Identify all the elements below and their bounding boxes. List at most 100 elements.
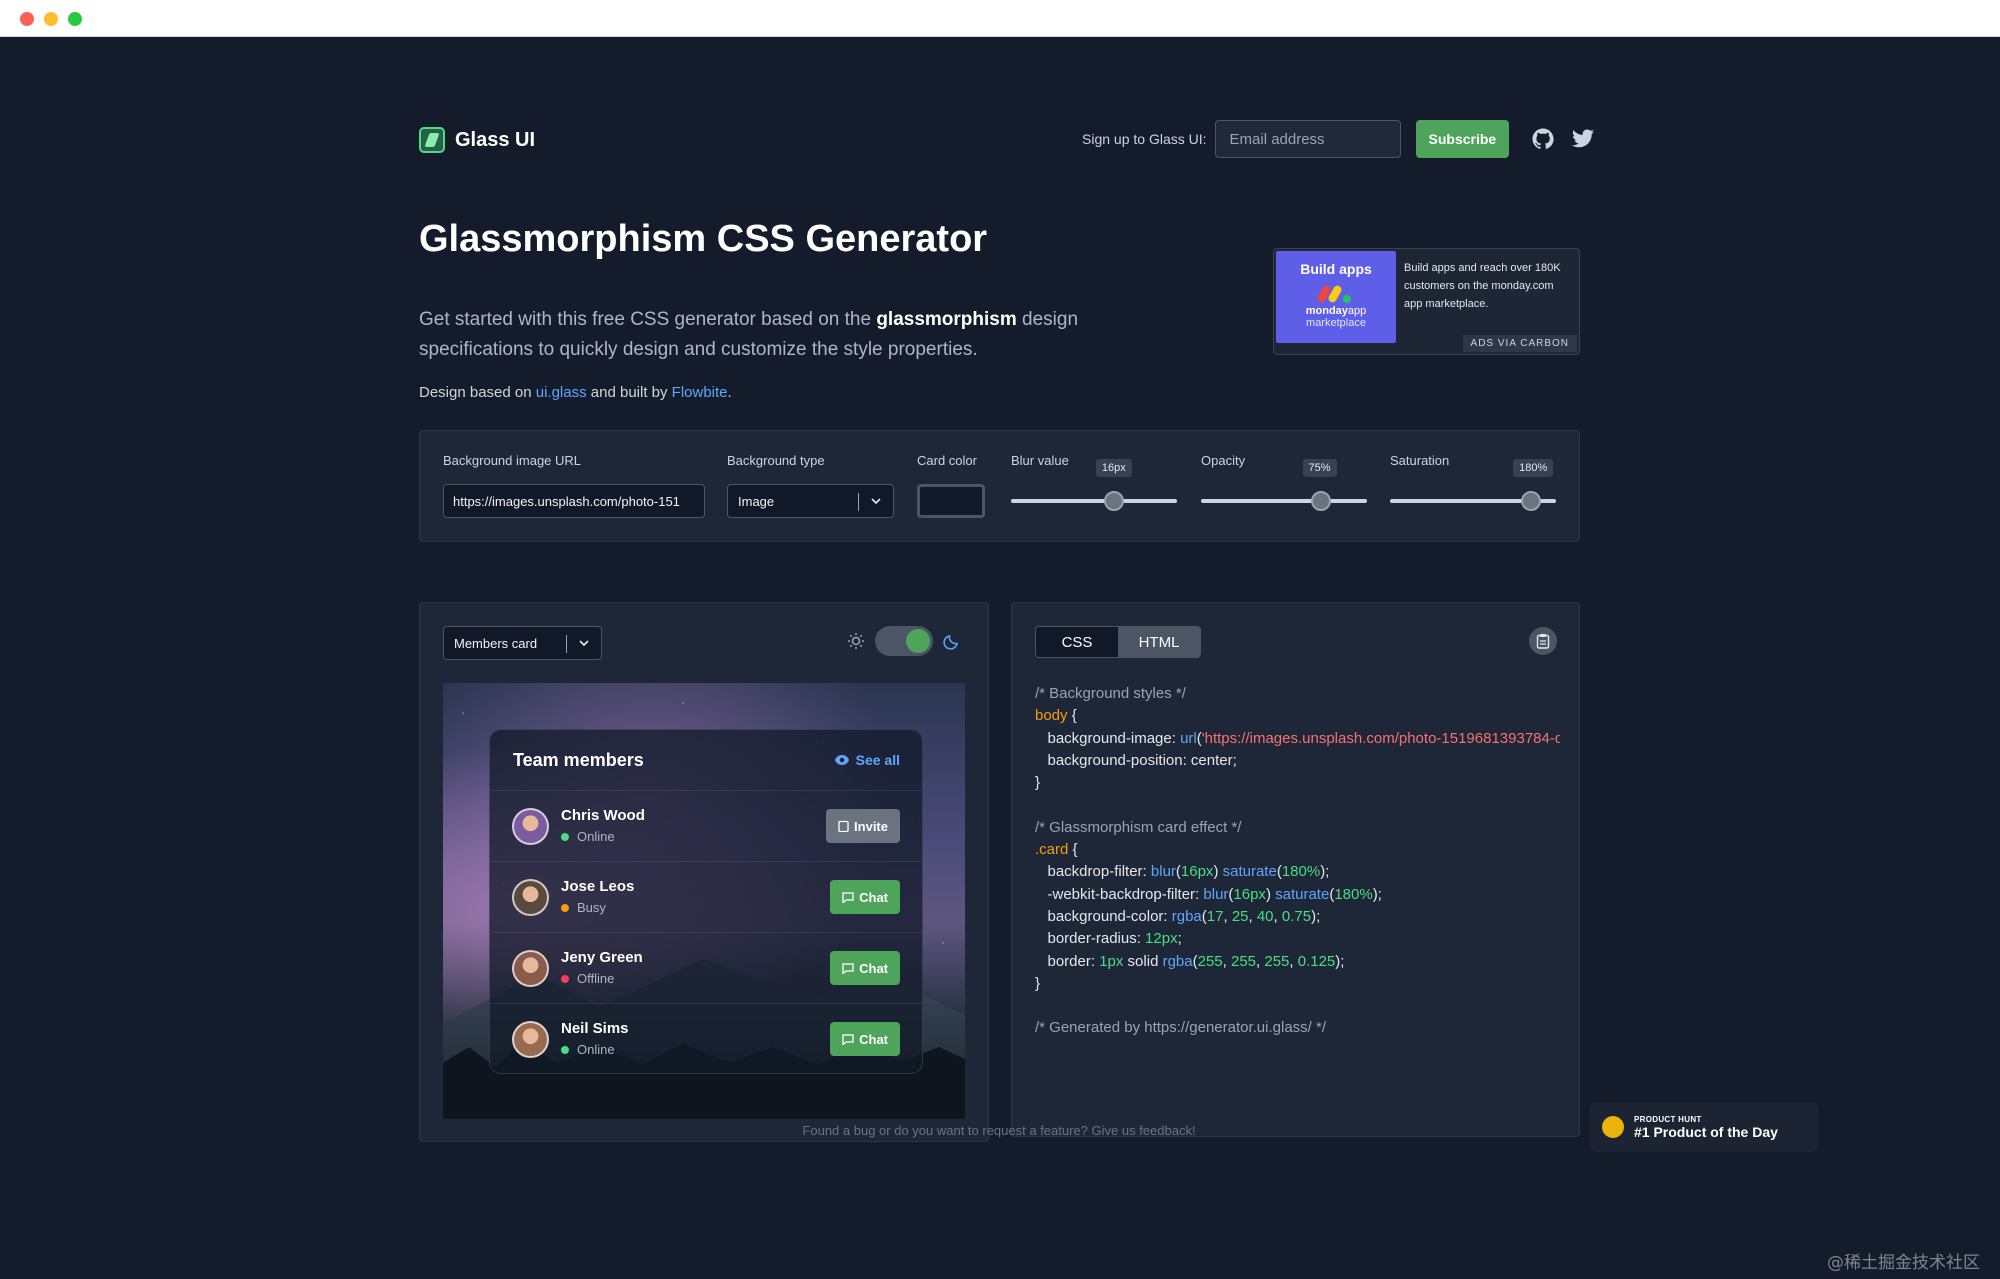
subscribe-button[interactable]: Subscribe: [1415, 120, 1510, 158]
monday-logo-icon: [1316, 283, 1356, 305]
glass-ui-logo-icon: [419, 127, 445, 153]
maximize-window-button[interactable]: [68, 12, 82, 26]
member-name: Jeny Green: [561, 949, 643, 966]
hero-credit: Design based on ui.glass and built by Fl…: [419, 384, 732, 401]
bg-type-value: Image: [738, 493, 775, 509]
members-glass-card: Team members See all Chris Wood Online Inv…: [489, 729, 923, 1074]
member-row: Chris Wood Online Invite: [490, 790, 922, 861]
eye-icon: [834, 755, 849, 765]
code-selector: .card: [1035, 841, 1069, 859]
code-tabs: CSS HTML: [1035, 626, 1201, 658]
ui-glass-link[interactable]: ui.glass: [536, 384, 587, 401]
email-input[interactable]: [1214, 120, 1401, 158]
see-all-link[interactable]: See all: [834, 752, 900, 768]
close-window-button[interactable]: [20, 12, 34, 26]
saturation-slider-thumb[interactable]: [1521, 491, 1542, 511]
ad-text[interactable]: Build apps and reach over 180K customers…: [1404, 259, 1574, 313]
sun-icon: [848, 633, 864, 649]
member-row: Jeny Green Offline Chat: [490, 932, 922, 1003]
credit-period: .: [727, 384, 732, 401]
chat-button[interactable]: Chat: [830, 951, 900, 985]
blur-slider-thumb[interactable]: [1103, 491, 1124, 511]
minimize-window-button[interactable]: [44, 12, 58, 26]
member-row: Neil Sims Online Chat: [490, 1003, 922, 1074]
ph-small-label: PRODUCT HUNT: [1634, 1114, 1702, 1124]
status-dot: [561, 903, 569, 912]
chat-button[interactable]: Chat: [830, 880, 900, 914]
member-status-label: Offline: [577, 971, 615, 986]
chevron-down-icon: [871, 498, 881, 505]
code-comment: /* Generated by https://generator.ui.gla…: [1035, 1019, 1327, 1037]
ad-image[interactable]: Build apps mondayapp marketplace: [1276, 251, 1396, 343]
status-dot: [561, 1045, 569, 1054]
blur-slider[interactable]: 16px: [1011, 459, 1177, 511]
saturation-label: Saturation: [1390, 453, 1450, 468]
hero-description: Get started with this free CSS generator…: [419, 305, 1119, 365]
member-action-label: Chat: [859, 1031, 888, 1047]
saturation-slider[interactable]: 180%: [1390, 459, 1556, 511]
bg-url-input[interactable]: [443, 484, 705, 518]
card-title: Team members: [513, 750, 644, 770]
carbon-ad[interactable]: Build apps mondayapp marketplace Build a…: [1273, 248, 1580, 355]
watermark: @稀土掘金技术社区: [1827, 1253, 1980, 1273]
ad-brand-suffix: app: [1347, 305, 1367, 317]
ad-image-title: Build apps: [1300, 261, 1372, 277]
opacity-slider-thumb[interactable]: [1310, 491, 1331, 511]
ad-brand-sub: marketplace: [1306, 317, 1366, 329]
feedback-text[interactable]: Found a bug or do you want to request a …: [802, 1123, 1195, 1138]
tab-css[interactable]: CSS: [1036, 627, 1118, 657]
credit-text-2: and built by: [586, 384, 672, 401]
bg-type-select[interactable]: Image: [727, 484, 894, 518]
copy-code-button[interactable]: [1529, 627, 1557, 655]
tab-html[interactable]: HTML: [1118, 627, 1200, 657]
moon-icon: [943, 635, 958, 650]
member-status-label: Online: [577, 829, 615, 844]
avatar: [512, 950, 549, 987]
chat-button[interactable]: Chat: [830, 1022, 900, 1056]
card-color-picker[interactable]: [917, 484, 985, 518]
member-status: Offline: [561, 971, 614, 986]
theme-toggle[interactable]: [875, 626, 933, 656]
flowbite-link[interactable]: Flowbite: [672, 384, 728, 401]
component-select-value: Members card: [454, 635, 538, 651]
blur-label: Blur value: [1011, 453, 1069, 468]
credit-text: Design based on: [419, 384, 536, 401]
member-action-label: Invite: [854, 818, 888, 834]
member-name: Neil Sims: [561, 1020, 629, 1037]
signup-label: Sign up to Glass UI:: [1082, 131, 1207, 147]
member-status: Busy: [561, 900, 606, 915]
chevron-down-icon: [579, 640, 589, 647]
ph-text: PRODUCT HUNT #1 Product of the Day: [1634, 1115, 1778, 1140]
opacity-value-tooltip: 75%: [1302, 459, 1337, 477]
code-selector: body: [1035, 707, 1068, 725]
invite-button[interactable]: Invite: [826, 809, 900, 843]
member-status: Online: [561, 1042, 615, 1057]
member-action-label: Chat: [859, 889, 888, 905]
generator-controls: Background image URL Background type Ima…: [419, 430, 1580, 542]
ads-via-carbon[interactable]: ADS VIA CARBON: [1462, 335, 1577, 352]
theme-toggle-group: [847, 626, 961, 656]
member-row: Jose Leos Busy Chat: [490, 861, 922, 932]
member-status-label: Online: [577, 1042, 615, 1057]
theme-toggle-knob: [906, 629, 930, 653]
opacity-slider[interactable]: 75%: [1201, 459, 1367, 511]
avatar: [512, 879, 549, 916]
member-status-label: Busy: [577, 900, 606, 915]
clipboard-icon: [1536, 634, 1550, 649]
product-hunt-badge[interactable]: PRODUCT HUNT #1 Product of the Day: [1590, 1102, 1818, 1152]
css-code-block[interactable]: /* Background styles */ body { backgroun…: [1035, 683, 1560, 1040]
signup-form: Sign up to Glass UI: Subscribe: [1082, 120, 1595, 158]
ad-brand-name: monday: [1305, 305, 1348, 317]
logo[interactable]: Glass UI: [419, 127, 535, 153]
twitter-icon[interactable]: [1571, 127, 1595, 151]
window-titlebar: [0, 0, 2000, 37]
medal-icon: [1602, 1116, 1624, 1138]
code-comment: /* Glassmorphism card effect */: [1035, 818, 1242, 836]
component-select[interactable]: Members card: [443, 626, 602, 660]
card-color-label: Card color: [917, 453, 977, 468]
github-icon[interactable]: [1531, 127, 1555, 151]
code-comment: /* Background styles */: [1035, 685, 1186, 702]
ph-big-label: #1 Product of the Day: [1634, 1123, 1778, 1140]
status-dot: [561, 974, 569, 983]
select-divider: [858, 493, 859, 511]
